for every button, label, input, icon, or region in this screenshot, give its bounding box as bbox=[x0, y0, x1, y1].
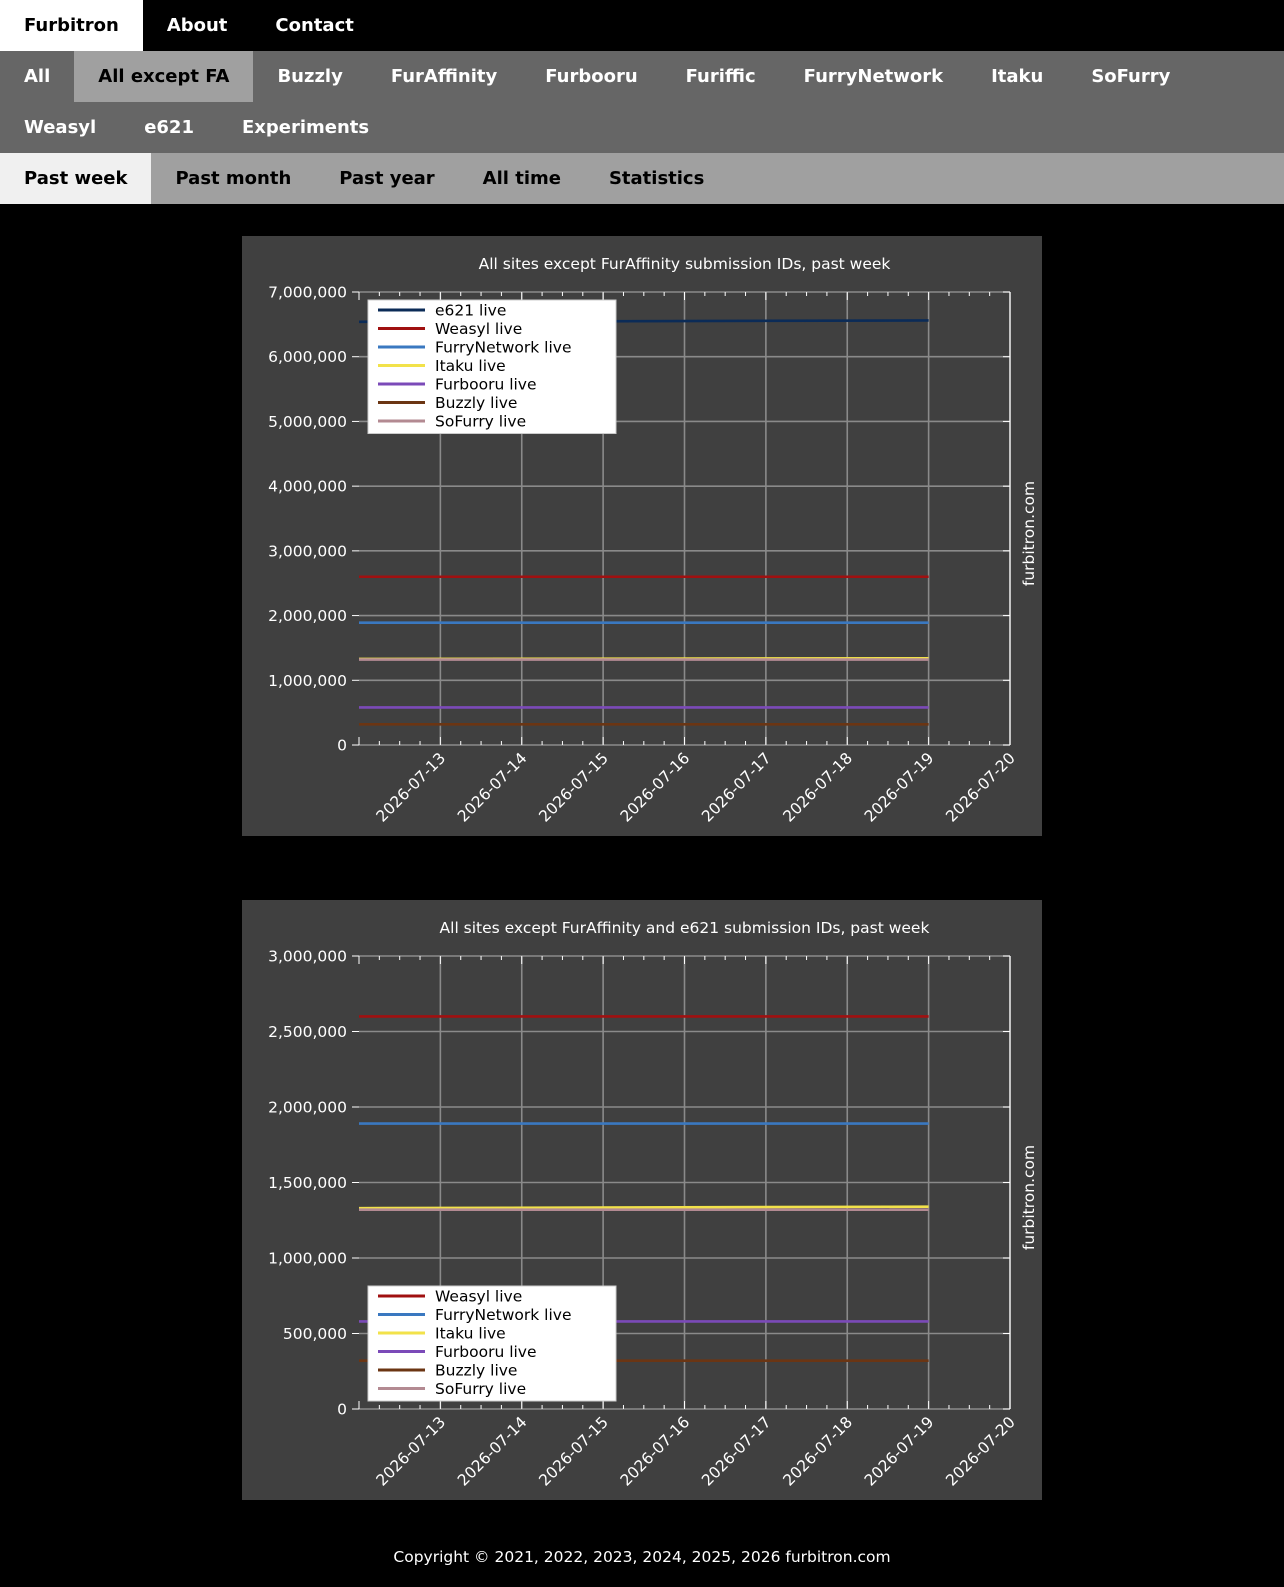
nav-main-link-furbitron[interactable]: Furbitron bbox=[0, 0, 143, 51]
chart1-legend-label: Furbooru live bbox=[435, 1343, 537, 1361]
chart0-legend-label: SoFurry live bbox=[435, 413, 526, 431]
copyright-footer: Copyright © 2021, 2022, 2023, 2024, 2025… bbox=[393, 1548, 891, 1566]
chart0-ytick-label: 2,000,000 bbox=[268, 607, 347, 625]
chart0-ytick-label: 4,000,000 bbox=[268, 478, 347, 496]
chart1-xtick-label: 2026-07-14 bbox=[454, 1413, 530, 1489]
nav-period-link-past-year[interactable]: Past year bbox=[315, 153, 458, 204]
chart1-title: All sites except FurAffinity and e621 su… bbox=[440, 919, 930, 937]
chart0-xtick-label: 2026-07-14 bbox=[454, 749, 530, 825]
chart1-ytick-label: 2,500,000 bbox=[268, 1023, 347, 1041]
chart1-watermark: furbitron.com bbox=[1020, 1145, 1038, 1250]
chart-all-except-fa-e621-svg: All sites except FurAffinity and e621 su… bbox=[268, 919, 1038, 1490]
chart1-legend-label: Weasyl live bbox=[435, 1288, 522, 1306]
chart1-legend-label: FurryNetwork live bbox=[435, 1306, 572, 1324]
chart1-legend-label: Itaku live bbox=[435, 1325, 506, 1343]
chart-all-except-fa: All sites except FurAffinity submission … bbox=[242, 236, 1042, 836]
chart0-xtick-label: 2026-07-15 bbox=[536, 749, 612, 825]
chart1-xtick-label: 2026-07-20 bbox=[942, 1413, 1018, 1489]
chart0-xtick-label: 2026-07-18 bbox=[780, 749, 856, 825]
chart1-ytick-label: 1,500,000 bbox=[268, 1174, 347, 1192]
nav-sites-link-all-except-fa[interactable]: All except FA bbox=[74, 51, 254, 102]
chart0-xtick-label: 2026-07-20 bbox=[942, 749, 1018, 825]
main-nav: Furbitron About Contact bbox=[0, 0, 1284, 51]
chart1-xtick-label: 2026-07-13 bbox=[373, 1413, 449, 1489]
chart0-xtick-label: 2026-07-19 bbox=[861, 749, 937, 825]
nav-sites-link-buzzly[interactable]: Buzzly bbox=[253, 51, 366, 102]
chart1-ytick-label: 1,000,000 bbox=[268, 1250, 347, 1268]
nav-period-link-past-month[interactable]: Past month bbox=[151, 153, 315, 204]
chart-all-except-fa-e621: All sites except FurAffinity and e621 su… bbox=[242, 900, 1042, 1500]
chart1-series-line-itaku-live bbox=[358, 1205, 929, 1210]
chart0-xtick-label: 2026-07-16 bbox=[617, 749, 693, 825]
chart1-ytick-label: 2,000,000 bbox=[268, 1099, 347, 1117]
chart0-legend-label: FurryNetwork live bbox=[435, 339, 572, 357]
nav-sites-link-weasyl[interactable]: Weasyl bbox=[0, 102, 120, 153]
chart1-legend-label: Buzzly live bbox=[435, 1362, 517, 1380]
chart0-ytick-label: 7,000,000 bbox=[268, 284, 347, 302]
chart0-xtick-label: 2026-07-13 bbox=[373, 749, 449, 825]
site-nav: All All except FA Buzzly FurAffinity Furboor… bbox=[0, 51, 1284, 153]
chart1-xtick-label: 2026-07-18 bbox=[780, 1413, 856, 1489]
chart1-xtick-label: 2026-07-17 bbox=[698, 1413, 774, 1489]
nav-period-link-past-week[interactable]: Past week bbox=[0, 153, 152, 204]
chart0-ytick-label: 1,000,000 bbox=[268, 672, 347, 690]
chart1-ytick-label: 0 bbox=[337, 1401, 347, 1419]
chart0-legend-label: Buzzly live bbox=[435, 394, 517, 412]
chart1-xtick-label: 2026-07-19 bbox=[861, 1413, 937, 1489]
nav-period-link-all-time[interactable]: All time bbox=[459, 153, 585, 204]
nav-sites-link-experiments[interactable]: Experiments bbox=[218, 102, 393, 153]
nav-sites-link-furaffinity[interactable]: FurAffinity bbox=[367, 51, 521, 102]
nav-sites-link-furrynetwork[interactable]: FurryNetwork bbox=[780, 51, 967, 102]
chart0-ytick-label: 3,000,000 bbox=[268, 542, 347, 560]
nav-sites-link-e621[interactable]: e621 bbox=[120, 102, 218, 153]
chart0-legend-label: Weasyl live bbox=[435, 320, 522, 338]
chart-all-except-fa-svg: All sites except FurAffinity submission … bbox=[268, 255, 1038, 826]
chart0-title: All sites except FurAffinity submission … bbox=[479, 255, 891, 273]
chart1-xtick-label: 2026-07-15 bbox=[536, 1413, 612, 1489]
chart0-watermark: furbitron.com bbox=[1020, 481, 1038, 586]
chart0-legend-label: Furbooru live bbox=[435, 376, 537, 394]
nav-sites-link-itaku[interactable]: Itaku bbox=[967, 51, 1067, 102]
chart0-ytick-label: 5,000,000 bbox=[268, 413, 347, 431]
chart1-ytick-label: 500,000 bbox=[283, 1325, 347, 1343]
nav-main-link-contact[interactable]: Contact bbox=[251, 0, 377, 51]
nav-sites-link-sofurry[interactable]: SoFurry bbox=[1067, 51, 1194, 102]
chart0-ytick-label: 0 bbox=[337, 737, 347, 755]
chart0-legend-label: Itaku live bbox=[435, 357, 506, 375]
nav-sites-link-furiffic[interactable]: Furiffic bbox=[662, 51, 780, 102]
chart1-xtick-label: 2026-07-16 bbox=[617, 1413, 693, 1489]
chart1-legend-label: SoFurry live bbox=[435, 1380, 526, 1398]
chart0-legend-label: e621 live bbox=[435, 302, 506, 320]
period-nav: Past week Past month Past year All time Stat… bbox=[0, 153, 1284, 204]
chart1-ytick-label: 3,000,000 bbox=[268, 948, 347, 966]
chart0-xtick-label: 2026-07-17 bbox=[698, 749, 774, 825]
nav-period-link-statistics[interactable]: Statistics bbox=[585, 153, 728, 204]
nav-sites-link-all[interactable]: All bbox=[0, 51, 74, 102]
nav-main-link-about[interactable]: About bbox=[143, 0, 252, 51]
nav-sites-link-furbooru[interactable]: Furbooru bbox=[521, 51, 661, 102]
chart0-ytick-label: 6,000,000 bbox=[268, 348, 347, 366]
